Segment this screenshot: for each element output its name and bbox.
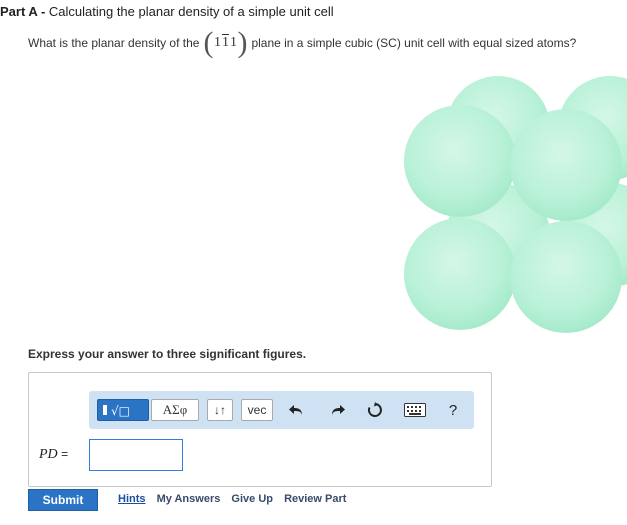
question-after: plane in a simple cubic (SC) unit cell w…: [251, 36, 577, 50]
action-links: Hints My Answers Give Up Review Part: [118, 493, 354, 505]
miller-close-paren: ): [237, 26, 248, 59]
answer-input[interactable]: [89, 439, 183, 471]
help-icon[interactable]: ?: [443, 400, 463, 420]
vector-button[interactable]: vec: [241, 399, 273, 421]
part-title: Part A - Calculating the planar density …: [0, 4, 334, 19]
atom-front-left-top: [404, 105, 516, 217]
miller-open-paren: (: [203, 26, 214, 59]
answer-variable-label: PD =: [39, 447, 68, 463]
my-answers-link[interactable]: My Answers: [157, 493, 221, 505]
redo-icon[interactable]: [327, 400, 347, 420]
keyboard-icon[interactable]: [403, 400, 427, 420]
template-button[interactable]: √□: [97, 399, 149, 421]
atom-front-left-bottom: [404, 218, 516, 330]
reset-icon[interactable]: [365, 400, 385, 420]
instruction-text: Express your answer to three significant…: [28, 347, 307, 361]
miller-l: 1: [229, 35, 237, 50]
atom-front-right-top: [510, 109, 622, 221]
submit-button[interactable]: Submit: [28, 489, 98, 511]
part-heading: Calculating the planar density of a simp…: [48, 4, 334, 19]
part-separator: -: [37, 4, 49, 19]
greek-symbols-button[interactable]: ΑΣφ: [151, 399, 199, 421]
svg-text:√□: √□: [111, 404, 130, 418]
math-toolbar: √□ ΑΣφ ↓↑ vec ?: [89, 391, 474, 429]
question-text: What is the planar density of the ( 1 1 …: [28, 26, 577, 59]
give-up-link[interactable]: Give Up: [231, 493, 273, 505]
atom-front-right-bottom: [510, 221, 622, 333]
part-label: Part A: [0, 4, 38, 19]
question-before: What is the planar density of the: [28, 36, 200, 50]
review-part-link[interactable]: Review Part: [284, 493, 346, 505]
equals-sign: =: [61, 447, 69, 461]
hints-link[interactable]: Hints: [118, 493, 146, 505]
pd-variable: PD: [39, 447, 58, 462]
unit-cell-atoms-image: [404, 76, 627, 333]
miller-index: ( 1 1 1 ): [203, 26, 248, 59]
answer-box: √□ ΑΣφ ↓↑ vec ? PD =: [28, 372, 492, 487]
sort-button[interactable]: ↓↑: [207, 399, 233, 421]
miller-h: 1: [213, 35, 221, 50]
undo-icon[interactable]: [287, 400, 307, 420]
miller-k-bar: 1: [221, 35, 229, 50]
fraction-radical-icon: √□: [103, 404, 130, 418]
